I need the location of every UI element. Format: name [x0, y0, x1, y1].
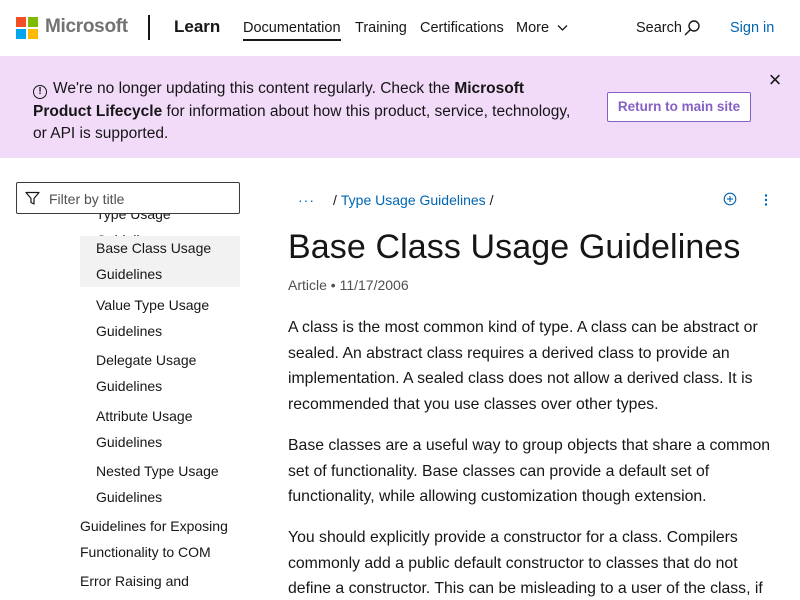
paragraph-3: You should explicitly provide a construc…	[288, 529, 763, 598]
info-icon: !	[33, 85, 47, 99]
paragraph-2: Base classes are a useful way to group o…	[288, 437, 771, 506]
filter-icon	[25, 191, 40, 205]
meta-separator: •	[330, 277, 336, 293]
more-options-icon[interactable]	[762, 193, 770, 207]
logo-square-yellow	[28, 29, 38, 39]
breadcrumb-type-usage-guidelines[interactable]: Type Usage Guidelines	[341, 192, 486, 208]
return-to-main-site-button[interactable]: Return to main site	[607, 92, 751, 122]
search-icon[interactable]	[683, 19, 701, 37]
filter-placeholder: Filter by title	[49, 191, 125, 207]
logo-square-green	[28, 17, 38, 27]
logo-square-blue	[16, 29, 26, 39]
chevron-down-icon	[557, 25, 568, 32]
toc-item-base-class-usage-guidelines[interactable]: Base Class Usage Guidelines	[80, 236, 240, 287]
nav-more[interactable]: More	[516, 20, 568, 36]
learn-link[interactable]: Learn	[174, 17, 220, 37]
toc-item-error-raising[interactable]: Error Raising and	[80, 569, 240, 595]
toc-item-attribute-usage-guidelines[interactable]: Attribute Usage Guidelines	[96, 404, 236, 455]
close-icon[interactable]: ×	[765, 69, 785, 91]
deprecation-banner: ! We're no longer updating this content r…	[0, 56, 800, 158]
banner-text-pre: We're no longer updating this content re…	[53, 80, 455, 97]
article-type: Article	[288, 277, 327, 293]
logo-square-red	[16, 17, 26, 27]
toc-item-delegate-usage-guidelines[interactable]: Delegate Usage Guidelines	[96, 348, 236, 399]
banner-message: ! We're no longer updating this content r…	[33, 78, 573, 146]
article-meta: Article • 11/17/2006	[288, 277, 409, 293]
breadcrumb-separator: /	[333, 192, 337, 208]
nav-more-label: More	[516, 20, 550, 36]
table-of-contents: Type Usage Guidelines Base Class Usage G…	[0, 214, 245, 600]
add-to-collection-icon[interactable]	[723, 192, 737, 206]
nav-documentation[interactable]: Documentation	[243, 20, 341, 41]
nav-certifications[interactable]: Certifications	[420, 20, 504, 36]
toc-item-nested-type-usage-guidelines[interactable]: Nested Type Usage Guidelines	[96, 459, 236, 510]
breadcrumb-overflow-button[interactable]: ···	[298, 192, 315, 208]
article-date: 11/17/2006	[339, 277, 409, 293]
filter-by-title-input[interactable]: Filter by title	[16, 182, 240, 214]
page-title: Base Class Usage Guidelines	[288, 228, 741, 266]
site-header: Microsoft Learn Documentation Training C…	[0, 0, 800, 56]
microsoft-logo-icon[interactable]	[16, 17, 38, 39]
breadcrumb-separator: /	[489, 192, 494, 208]
nav-training[interactable]: Training	[355, 20, 407, 36]
toc-item-value-type-usage-guidelines[interactable]: Value Type Usage Guidelines	[96, 293, 236, 344]
microsoft-brand[interactable]: Microsoft	[45, 16, 128, 38]
toc-item-guidelines-exposing-com[interactable]: Guidelines for Exposing Functionality to…	[80, 514, 240, 565]
breadcrumb: ··· / Type Usage Guidelines /	[298, 192, 498, 208]
header-divider	[148, 15, 150, 40]
sign-in-link[interactable]: Sign in	[730, 20, 774, 36]
search-button-label[interactable]: Search	[636, 20, 682, 36]
paragraph-1: A class is the most common kind of type.…	[288, 319, 758, 414]
